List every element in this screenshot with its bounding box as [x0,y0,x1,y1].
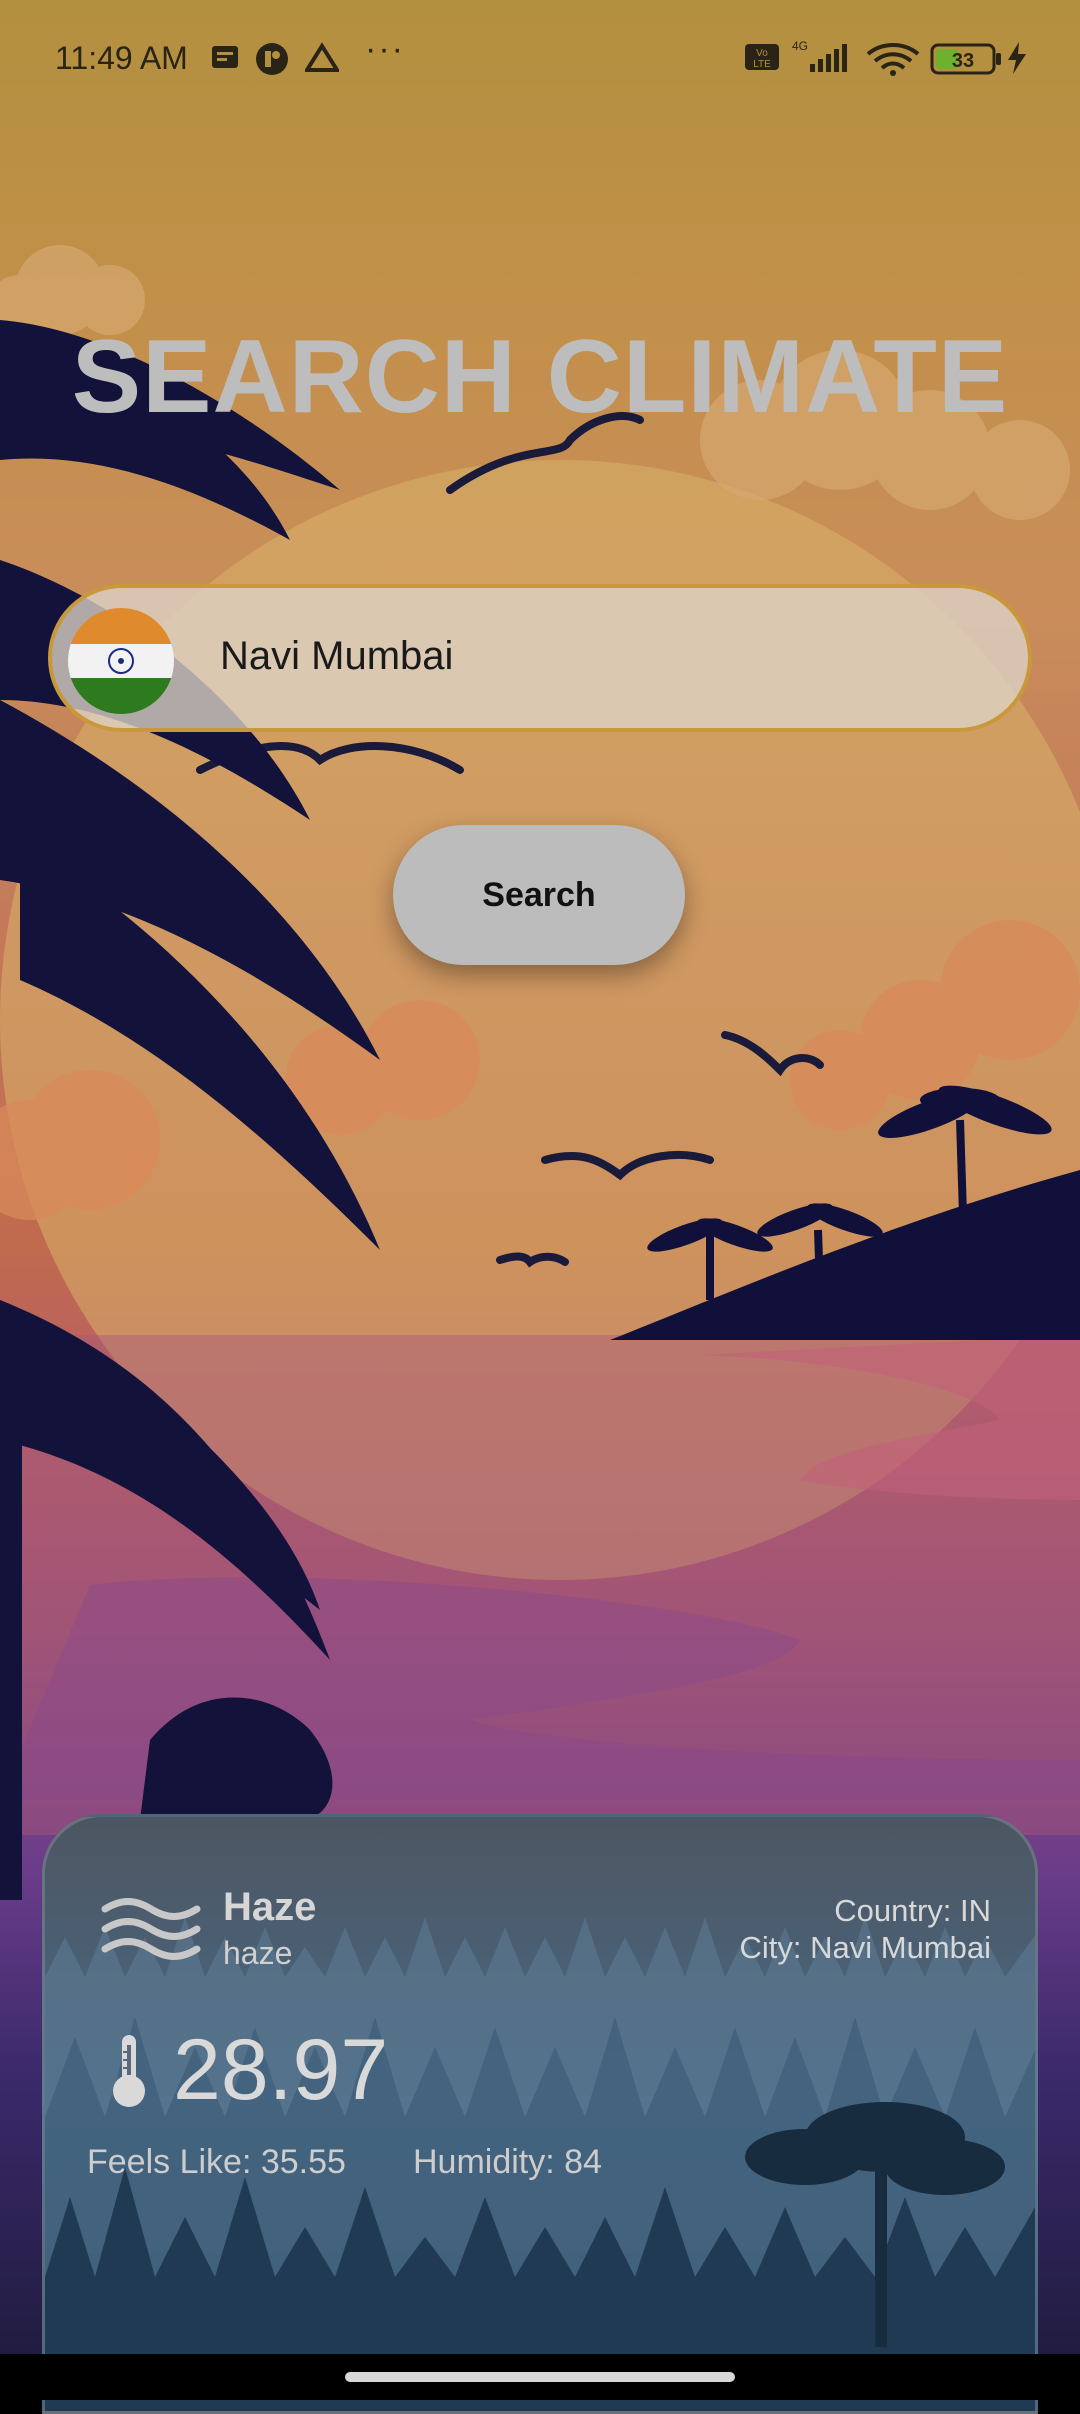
status-bar: 11:49 AM ··· Vo LTE 4G 33 [0,0,1080,120]
more-notifications-icon: ··· [365,30,405,68]
navigation-bar [0,2354,1080,2400]
charging-icon [1008,42,1026,74]
svg-text:4G: 4G [792,39,808,53]
weather-condition: Haze [223,1885,317,1929]
search-input[interactable]: Navi Mumbai [48,584,1032,732]
feels-like-label: Feels Like: 35.55 [87,2143,346,2181]
svg-text:Vo: Vo [756,48,768,59]
city-label: City: Navi Mumbai [739,1930,992,1965]
svg-text:33: 33 [952,50,974,72]
wifi-icon [866,43,920,76]
message-icon [212,46,238,68]
page-title: SEARCH CLIMATE [71,319,1009,435]
svg-text:LTE: LTE [753,59,771,70]
home-indicator[interactable] [345,2372,735,2382]
cellular-signal-icon: 4G [792,39,847,72]
search-input-value[interactable]: Navi Mumbai [220,634,453,679]
status-time: 11:49 AM [55,40,188,76]
temperature-value: 28.97 [173,2022,389,2118]
volte-icon: VoLTE [745,44,779,70]
country-label: Country: IN [834,1893,991,1928]
humidity-label: Humidity: 84 [413,2143,602,2181]
drive-icon [305,42,339,72]
weather-description: haze [223,1935,293,1971]
weather-card: Haze haze Country: IN City: Navi Mumbai … [42,1814,1038,2414]
thermometer-icon [113,2035,145,2107]
search-button[interactable]: Search [393,825,685,965]
india-flag-icon [68,608,174,714]
battery-icon: 33 [930,43,1001,75]
haze-icon [101,1898,201,1960]
app-notification-icon [256,43,288,75]
